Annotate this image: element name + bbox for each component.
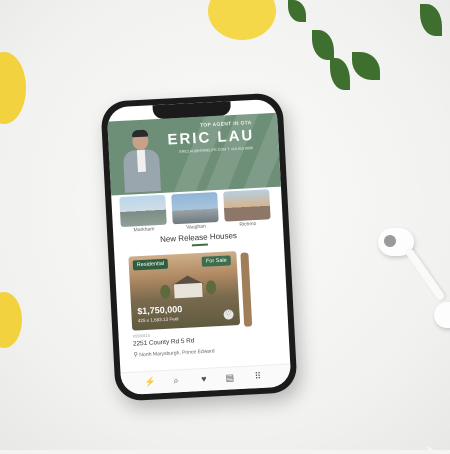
listing-location-text: North Marysburgh, Prince Edward [139, 348, 215, 359]
section-underline [191, 243, 208, 247]
next-listing-peek[interactable] [240, 252, 253, 327]
bottom-tab-bar: ⚡ ⌕ ♥ ▤ ⠿ [120, 363, 292, 396]
type-badge: Residential [132, 258, 169, 271]
listing-location: ⚲ North Marysburgh, Prince Edward [133, 347, 214, 358]
listing-price: $1,750,000 [137, 303, 183, 317]
map-icon[interactable]: ▤ [223, 372, 238, 384]
lightning-icon[interactable]: ⚡ [143, 376, 158, 388]
heart-icon[interactable]: ♥ [197, 374, 212, 385]
listing-card[interactable]: Residential For Sale $1,750,000 425 x 1,… [128, 251, 242, 367]
status-badge: For Sale [201, 255, 232, 267]
city-card-markham[interactable]: Markham [119, 194, 167, 237]
grid-icon[interactable]: ⠿ [251, 371, 266, 383]
location-pin-icon: ⚲ [133, 352, 139, 359]
city-card-vaughan[interactable]: Vaughan [171, 191, 219, 234]
app-screen: TOP AGENT IN GTA ERIC LAU ERICLAU@HOMELI… [106, 98, 292, 396]
favorite-heart-icon[interactable]: ♡ [223, 309, 234, 320]
city-carousel[interactable]: Markham Vaughan Richmo [119, 187, 291, 235]
listing-size: 425 x 1,683.13 Feet [137, 316, 179, 324]
listing-address: 2251 County Rd 5 Rd [132, 337, 195, 348]
earbud-cable-decoration [420, 310, 450, 454]
agent-photo [122, 129, 162, 193]
listing-photo: Residential For Sale $1,750,000 425 x 1,… [128, 251, 241, 331]
city-label: Vaughan [185, 223, 206, 231]
agent-banner[interactable]: TOP AGENT IN GTA ERIC LAU ERICLAU@HOMELI… [107, 112, 281, 196]
city-label: Richmo [239, 220, 257, 228]
search-icon[interactable]: ⌕ [169, 375, 184, 387]
listing-mls: X5580515 [132, 333, 151, 339]
city-label: Markham [133, 226, 155, 234]
phone: TOP AGENT IN GTA ERIC LAU ERICLAU@HOMELI… [100, 92, 298, 402]
city-card-richmond[interactable]: Richmo [223, 189, 271, 231]
